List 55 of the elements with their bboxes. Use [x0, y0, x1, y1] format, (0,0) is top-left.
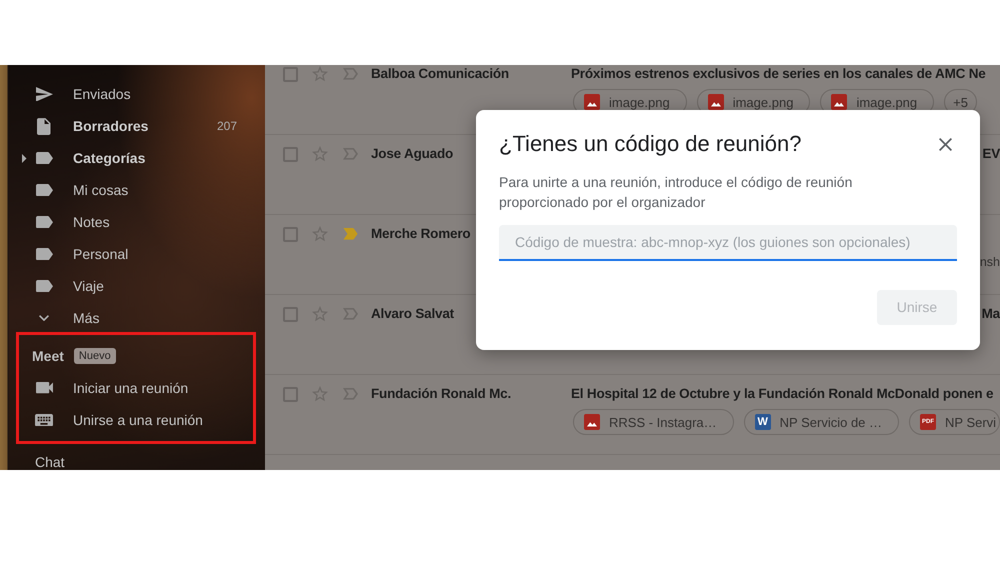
send-icon	[36, 86, 52, 102]
nav-link[interactable]: Viaje	[73, 276, 104, 296]
caret-right-icon[interactable]	[22, 154, 26, 162]
word-file-icon: W	[754, 414, 771, 430]
meeting-code-input[interactable]: Código de muestra: abc-mnop-xyz (los guiones son opcionales)	[499, 225, 957, 261]
nav-link[interactable]: Personal	[73, 244, 128, 264]
nav-link[interactable]: Enviados	[73, 84, 131, 104]
importance-marker-icon[interactable]	[343, 308, 358, 320]
file-icon	[37, 118, 51, 134]
label-icon	[36, 280, 52, 292]
keyboard-icon	[35, 414, 53, 426]
nav-link[interactable]: Borradores	[73, 116, 148, 136]
label-icon	[36, 248, 52, 260]
nav-link[interactable]: Notes	[73, 212, 110, 232]
importance-marker-icon[interactable]	[343, 68, 358, 80]
dialog-description: Para unirte a una reunión, introduce el código de reunión proporcionado por el organizador	[499, 173, 854, 212]
checkbox[interactable]	[283, 386, 298, 402]
nav-link[interactable]: Unirse a una reunión	[73, 410, 203, 430]
star-icon[interactable]	[312, 226, 328, 242]
label-icon	[36, 216, 52, 228]
checkbox[interactable]	[283, 146, 298, 162]
checkbox[interactable]	[283, 306, 298, 322]
nav-link[interactable]: Mi cosas	[73, 180, 128, 200]
attachment-name: nsh	[980, 255, 1000, 269]
email-subject: EV	[982, 145, 1000, 163]
item-count: 207	[216, 118, 237, 134]
nav-link[interactable]: Categorías	[73, 148, 146, 168]
email-subject: Próximos estrenos exclusivos de series en los canales de AMC Ne	[571, 65, 986, 83]
section-title: Meet	[32, 347, 64, 365]
checkbox[interactable]	[283, 66, 298, 82]
label-icon	[36, 152, 52, 164]
dialog-title: ¿Tienes un código de reunión?	[499, 130, 802, 158]
nav-link[interactable]: Más	[73, 308, 100, 328]
sender-name: Balboa Comunicación	[371, 65, 510, 83]
section-title: Chat	[35, 455, 65, 469]
importance-marker-icon[interactable]	[343, 228, 358, 240]
star-icon[interactable]	[312, 386, 328, 402]
video-camera-icon	[36, 382, 52, 394]
email-subject: El Hospital 12 de Octubre y la Fundación Ronald McDonald ponen e	[571, 385, 994, 403]
email-subject: Ma	[982, 305, 1000, 323]
label-icon	[36, 184, 52, 196]
new-badge: Nuevo	[74, 348, 116, 364]
nav-link[interactable]: Iniciar una reunión	[73, 378, 188, 398]
close-icon	[938, 138, 952, 150]
sender-name: Alvaro Salvat	[371, 305, 455, 323]
chevron-down-icon	[39, 314, 49, 322]
sender-name: Fundación Ronald Mc.	[371, 385, 512, 403]
checkbox[interactable]	[283, 226, 298, 242]
star-icon[interactable]	[312, 66, 328, 82]
importance-marker-icon[interactable]	[343, 388, 358, 400]
star-icon[interactable]	[312, 306, 328, 322]
image-file-icon	[584, 414, 600, 430]
attachment-chip[interactable]: W NP Servicio de …	[744, 409, 900, 435]
star-icon[interactable]	[312, 146, 328, 162]
importance-marker-icon[interactable]	[343, 148, 358, 160]
